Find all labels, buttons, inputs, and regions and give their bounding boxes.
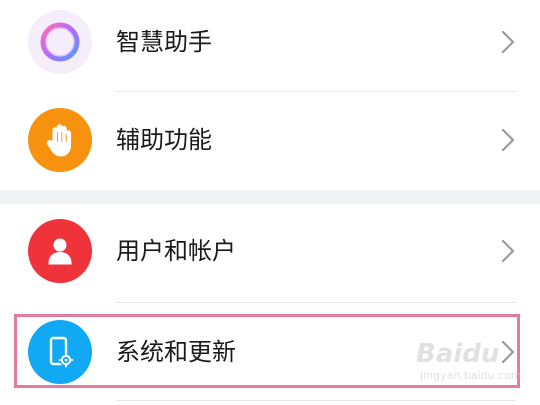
hand-icon [28,108,92,172]
settings-item-label: 系统和更新 [116,338,236,366]
settings-item-label: 智慧助手 [116,28,212,56]
settings-item-system-updates[interactable]: 系统和更新 [0,302,540,405]
settings-item-label: 用户和帐户 [116,237,236,265]
settings-item-label: 辅助功能 [116,126,212,154]
chevron-right-icon [501,340,515,364]
group-separator [0,190,540,204]
settings-item-accessibility[interactable]: 辅助功能 [0,91,540,190]
settings-item-smart-assistant[interactable]: 智慧助手 [0,0,540,88]
chevron-right-icon [501,30,515,54]
settings-group-1: 智慧助手 辅助功能 [0,0,540,190]
settings-screen: 智慧助手 辅助功能 用户和帐户 系统和更新 Baidu jingyan.baid… [0,0,540,405]
user-icon [28,219,92,283]
chevron-right-icon [501,128,515,152]
settings-group-2: 用户和帐户 系统和更新 [0,204,540,405]
assistant-ring-icon [28,10,92,74]
divider [116,400,516,401]
chevron-right-icon [501,239,515,263]
phone-gear-icon [28,320,92,384]
settings-item-users-accounts[interactable]: 用户和帐户 [0,204,540,302]
